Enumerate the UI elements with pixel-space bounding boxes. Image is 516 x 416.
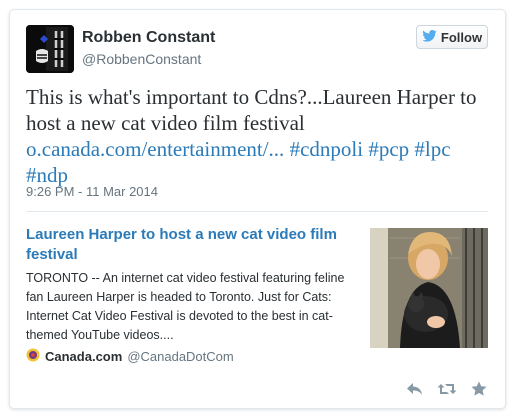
- summary-card-title[interactable]: Laureen Harper to host a new cat video f…: [26, 225, 346, 265]
- summary-card-description: TORONTO -- An internet cat video festiva…: [26, 271, 345, 342]
- tweet-body: This is what's important to Cdns?...Laur…: [26, 85, 477, 135]
- divider: [26, 211, 488, 212]
- reply-icon[interactable]: [406, 382, 423, 396]
- author-handle[interactable]: @RobbenConstant: [82, 51, 201, 67]
- tweet-card: Robben Constant @RobbenConstant Follow T…: [9, 9, 506, 409]
- twitter-bird-icon: [422, 29, 437, 45]
- favorite-icon[interactable]: [471, 381, 487, 396]
- source-site-name[interactable]: Canada.com: [45, 349, 122, 364]
- follow-label: Follow: [440, 29, 483, 45]
- tweet-timestamp[interactable]: 9:26 PM - 11 Mar 2014: [26, 184, 158, 199]
- retweet-icon[interactable]: [437, 382, 457, 396]
- tweet-actions: [406, 381, 487, 396]
- hashtag-lpc[interactable]: #lpc: [414, 137, 450, 161]
- follow-button[interactable]: Follow: [416, 25, 488, 49]
- avatar[interactable]: [26, 25, 74, 73]
- canada-com-logo-icon: [26, 348, 40, 365]
- source-site-handle[interactable]: @CanadaDotCom: [127, 349, 233, 364]
- card-source: Canada.com @CanadaDotCom: [26, 348, 234, 365]
- tweet-text: This is what's important to Cdns?...Laur…: [26, 84, 486, 188]
- hashtag-cdnpoli[interactable]: #cdnpoli: [290, 137, 364, 161]
- tweet-link[interactable]: o.canada.com/entertainment/...: [26, 137, 284, 161]
- author-display-name[interactable]: Robben Constant: [82, 29, 215, 47]
- hashtag-pcp[interactable]: #pcp: [368, 137, 409, 161]
- summary-card-image[interactable]: [370, 228, 488, 348]
